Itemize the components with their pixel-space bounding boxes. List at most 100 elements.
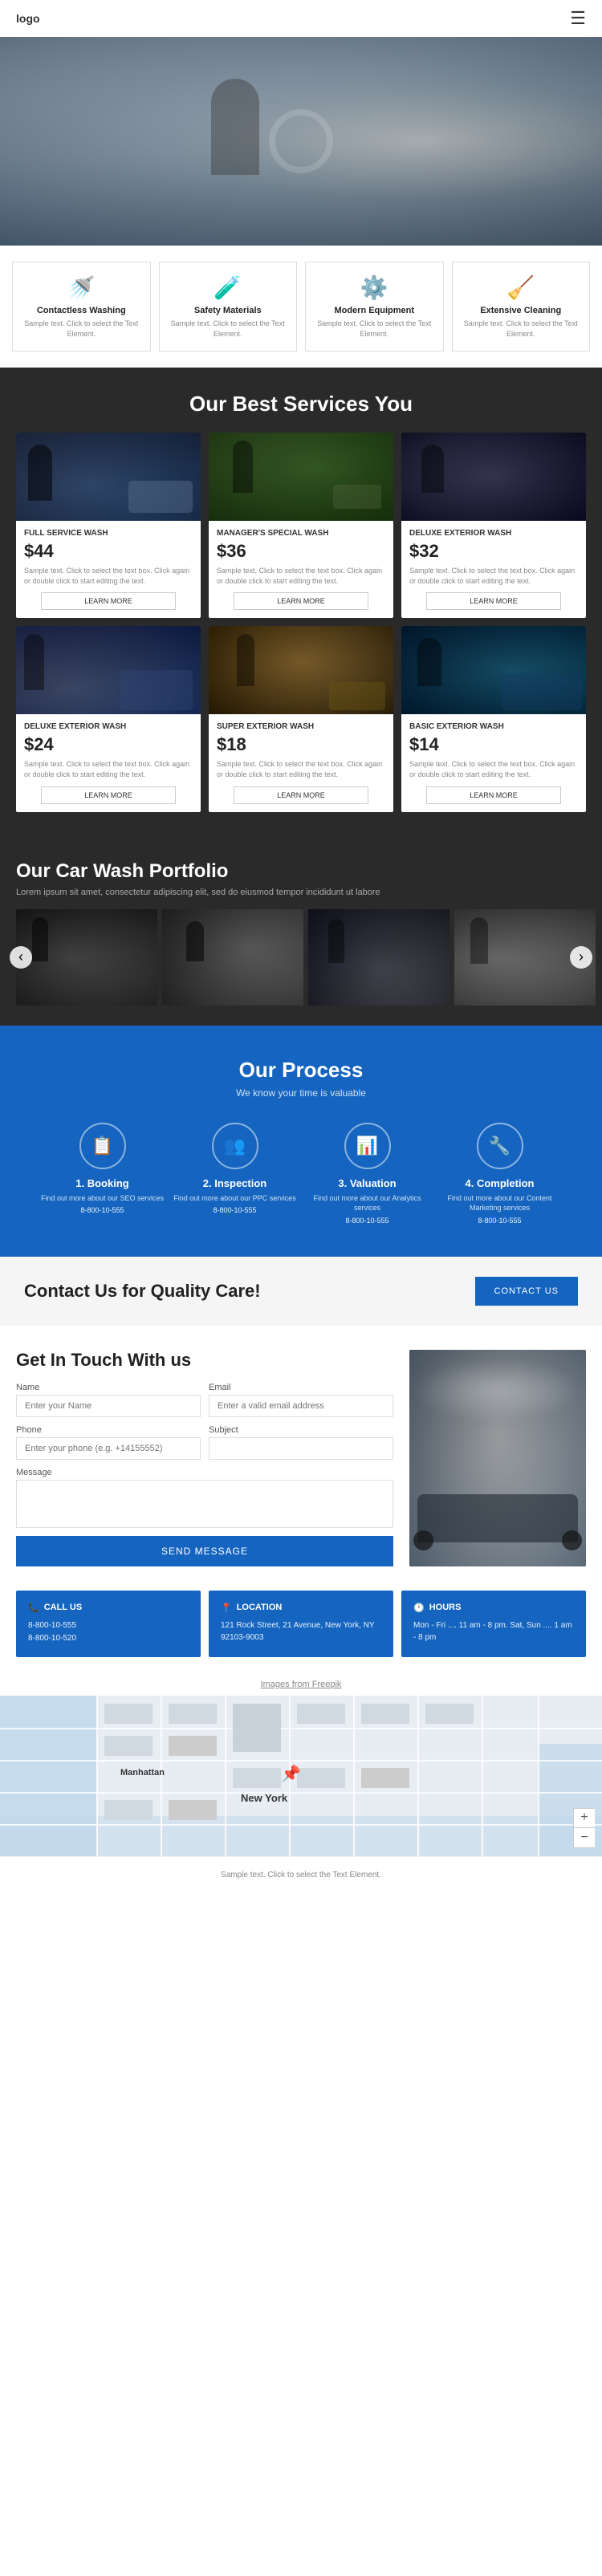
map-zoom-controls: + −: [573, 1808, 594, 1848]
map-pin-icon: 📌: [281, 1764, 301, 1784]
service-desc-3: Sample text. Click to select the text bo…: [24, 759, 193, 779]
email-input[interactable]: [209, 1395, 393, 1417]
portfolio-section: Our Car Wash Portfolio Lorem ipsum sit a…: [0, 836, 602, 1026]
contact-image-placeholder: [409, 1350, 586, 1566]
booking-icon: 📋: [79, 1123, 126, 1169]
location-card-title: 📍 LOCATION: [221, 1603, 381, 1613]
subject-input[interactable]: [209, 1437, 393, 1460]
service-name-2: DELUXE EXTERIOR WASH: [409, 529, 578, 538]
zoom-out-button[interactable]: −: [574, 1828, 595, 1847]
step-title-3: 4. Completion: [437, 1177, 562, 1189]
learn-more-btn-4[interactable]: LEARN MORE: [234, 786, 368, 804]
feature-text-2: Sample text. Click to select the Text El…: [312, 319, 437, 339]
clock-icon: 🕐: [413, 1603, 425, 1613]
form-field-subject: Subject: [209, 1425, 393, 1460]
step-desc-0: Find out more about our SEO services: [40, 1193, 165, 1204]
step-phone-0: 8-800-10-555: [40, 1206, 165, 1214]
service-image-5: [401, 626, 586, 714]
service-name-0: FULL SERVICE WASH: [24, 529, 193, 538]
service-desc-5: Sample text. Click to select the text bo…: [409, 759, 578, 779]
feature-card-2: ⚙️ Modern Equipment Sample text. Click t…: [305, 262, 444, 351]
service-image-0: [16, 433, 201, 521]
phone-icon: 📞: [28, 1603, 39, 1613]
send-message-button[interactable]: SEND MESSAGE: [16, 1536, 393, 1566]
contact-image: [409, 1350, 586, 1566]
feature-title-2: Modern Equipment: [312, 306, 437, 315]
modern-equipment-icon: ⚙️: [312, 274, 437, 301]
form-field-message: Message: [16, 1468, 393, 1528]
extensive-cleaning-icon: 🧹: [459, 274, 584, 301]
service-card-4: SUPER EXTERIOR WASH $18 Sample text. Cli…: [209, 626, 393, 811]
feature-title-3: Extensive Cleaning: [459, 306, 584, 315]
name-input[interactable]: [16, 1395, 201, 1417]
carousel-prev-button[interactable]: ‹: [10, 946, 32, 969]
service-price-5: $14: [409, 734, 578, 755]
step-title-0: 1. Booking: [40, 1177, 165, 1189]
completion-icon: 🔧: [477, 1123, 523, 1169]
contactless-washing-icon: 🚿: [19, 274, 144, 301]
learn-more-btn-5[interactable]: LEARN MORE: [426, 786, 561, 804]
portfolio-image-2: [308, 909, 449, 1006]
name-label: Name: [16, 1383, 201, 1392]
feature-title-0: Contactless Washing: [19, 306, 144, 315]
subject-label: Subject: [209, 1425, 393, 1435]
service-name-4: SUPER EXTERIOR WASH: [217, 722, 385, 731]
service-card-5: BASIC EXTERIOR WASH $14 Sample text. Cli…: [401, 626, 586, 811]
hamburger-icon[interactable]: ☰: [570, 8, 586, 29]
service-price-3: $24: [24, 734, 193, 755]
service-price-4: $18: [217, 734, 385, 755]
feature-title-1: Safety Materials: [166, 306, 291, 315]
map-background: Manhattan New York 📌 + −: [0, 1696, 602, 1856]
contact-us-button[interactable]: CONTACT US: [475, 1277, 579, 1306]
contact-banner-title: Contact Us for Quality Care!: [24, 1281, 261, 1302]
learn-more-btn-1[interactable]: LEARN MORE: [234, 592, 368, 610]
contact-banner: Contact Us for Quality Care! CONTACT US: [0, 1257, 602, 1326]
step-desc-3: Find out more about our Content Marketin…: [437, 1193, 562, 1213]
service-image-3: [16, 626, 201, 714]
process-step-3: 🔧 4. Completion Find out more about our …: [437, 1123, 562, 1225]
portfolio-carousel: ‹ ›: [16, 909, 586, 1006]
info-cards-row: 📞 CALL US 8-800-10-555 8-800-10-520 📍 LO…: [0, 1591, 602, 1673]
service-card-0: FULL SERVICE WASH $44 Sample text. Click…: [16, 433, 201, 618]
process-step-1: 👥 2. Inspection Find out more about our …: [173, 1123, 297, 1225]
learn-more-btn-2[interactable]: LEARN MORE: [426, 592, 561, 610]
info-card-hours: 🕐 HOURS Mon - Fri .... 11 am - 8 pm. Sat…: [401, 1591, 586, 1657]
process-subtitle: We know your time is valuable: [16, 1087, 586, 1099]
email-label: Email: [209, 1383, 393, 1392]
feature-card-3: 🧹 Extensive Cleaning Sample text. Click …: [452, 262, 591, 351]
service-desc-2: Sample text. Click to select the text bo…: [409, 566, 578, 586]
zoom-in-button[interactable]: +: [574, 1809, 595, 1828]
valuation-icon: 📊: [344, 1123, 391, 1169]
portfolio-image-0: [16, 909, 157, 1006]
form-field-name: Name: [16, 1383, 201, 1417]
learn-more-btn-3[interactable]: LEARN MORE: [41, 786, 176, 804]
contact-form-container: Get In Touch With us Name Email Phone Su…: [16, 1350, 393, 1566]
process-step-0: 📋 1. Booking Find out more about our SEO…: [40, 1123, 165, 1225]
service-price-1: $36: [217, 541, 385, 562]
process-section: Our Process We know your time is valuabl…: [0, 1026, 602, 1257]
form-field-phone: Phone: [16, 1425, 201, 1460]
footer-text: Sample text. Click to select the Text El…: [221, 1871, 381, 1879]
carousel-next-button[interactable]: ›: [570, 946, 592, 969]
portfolio-title: Our Car Wash Portfolio: [16, 860, 586, 883]
form-row-name-email: Name Email: [16, 1383, 393, 1417]
phone-input[interactable]: [16, 1437, 201, 1460]
hero-section: [0, 37, 602, 246]
service-price-0: $44: [24, 541, 193, 562]
step-title-1: 2. Inspection: [173, 1177, 297, 1189]
form-field-email: Email: [209, 1383, 393, 1417]
location-icon: 📍: [221, 1603, 232, 1613]
logo: logo: [16, 12, 40, 25]
hours-card-text: Mon - Fri .... 11 am - 8 pm. Sat, Sun ..…: [413, 1619, 574, 1644]
service-card-3: DELUXE EXTERIOR WASH $24 Sample text. Cl…: [16, 626, 201, 811]
safety-materials-icon: 🧪: [166, 274, 291, 301]
process-step-2: 📊 3. Valuation Find out more about our A…: [305, 1123, 429, 1225]
service-image-1: [209, 433, 393, 521]
feature-text-1: Sample text. Click to select the Text El…: [166, 319, 291, 339]
learn-more-btn-0[interactable]: LEARN MORE: [41, 592, 176, 610]
portfolio-subtitle: Lorem ipsum sit amet, consectetur adipis…: [16, 888, 586, 897]
step-phone-3: 8-800-10-555: [437, 1217, 562, 1225]
map-section: Manhattan New York 📌 + −: [0, 1696, 602, 1856]
portfolio-image-1: [162, 909, 303, 1006]
message-textarea[interactable]: [16, 1480, 393, 1528]
